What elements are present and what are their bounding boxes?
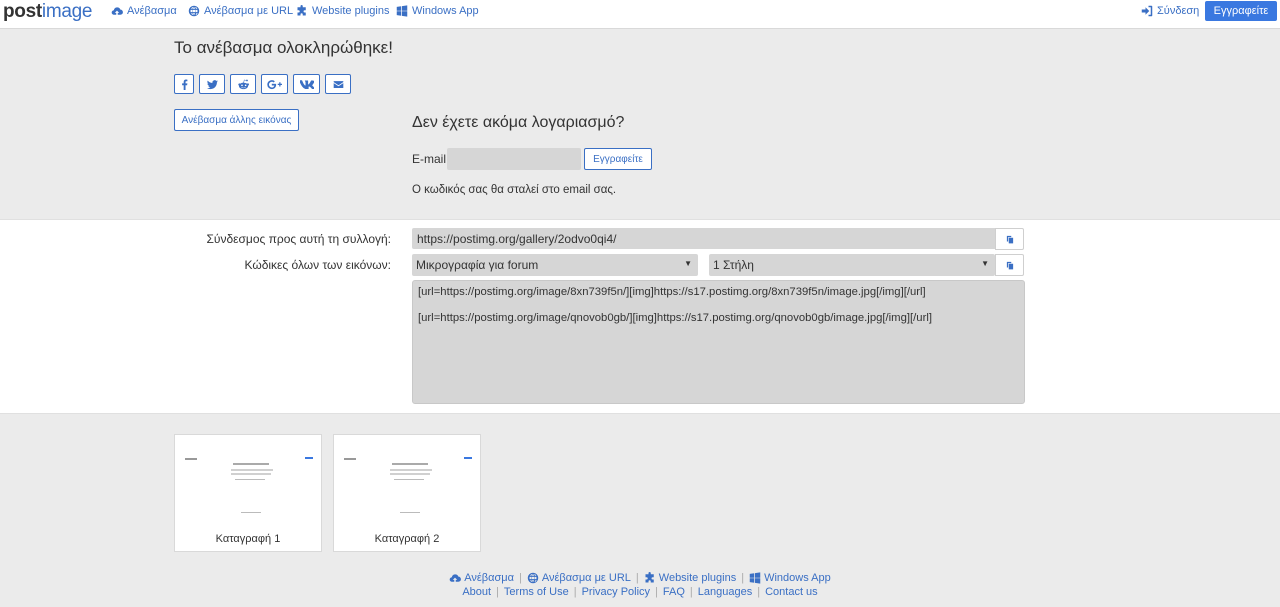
no-account-title: Δεν έχετε ακόμα λογαριασμό? [412, 114, 625, 131]
footer-about-link[interactable]: About [462, 586, 491, 598]
password-note: Ο κωδικός σας θα σταλεί στο email σας. [412, 184, 617, 196]
upload-another-image-button[interactable]: Ανέβασμα άλλης εικόνας [174, 109, 299, 131]
puzzle-icon [644, 572, 656, 584]
copy-icon [1005, 234, 1015, 244]
footer-nav: Ανέβασμα | Ανέβασμα με URL | Website plu… [0, 572, 1280, 584]
postimage-logo[interactable]: postimage [3, 1, 92, 23]
twitter-icon [206, 79, 218, 89]
thumbnail-image [183, 455, 313, 519]
vk-icon [299, 79, 314, 89]
thumbnail-image [342, 455, 472, 519]
nav-upload-url-link[interactable]: Ανέβασμα με URL [188, 5, 293, 17]
nav-upload-link[interactable]: Ανέβασμα [111, 5, 177, 17]
login-link[interactable]: Σύνδεση [1141, 5, 1199, 17]
footer-upload-link[interactable]: Ανέβασμα [449, 572, 514, 584]
footer-terms-link[interactable]: Terms of Use [504, 586, 569, 598]
register-button-form[interactable]: Εγγραφείτε [584, 148, 652, 170]
dropdown-arrow-icon: ▼ [684, 259, 692, 268]
email-input[interactable] [447, 148, 581, 170]
copy-gallery-url-button[interactable] [995, 228, 1024, 250]
nav-windows-app-link[interactable]: Windows App [396, 5, 479, 17]
copy-icon [1005, 260, 1015, 270]
share-facebook-button[interactable] [174, 74, 194, 94]
footer-website-plugins-link[interactable]: Website plugins [644, 572, 736, 584]
footer-languages-link[interactable]: Languages [698, 586, 752, 598]
share-email-button[interactable] [325, 74, 351, 94]
windows-icon [749, 572, 761, 584]
email-label: E-mail: [412, 152, 450, 166]
share-buttons [174, 74, 351, 94]
nav-website-plugins-link[interactable]: Website plugins [296, 5, 389, 17]
globe-icon [527, 572, 539, 584]
logo-text-image: image [41, 1, 93, 22]
code-line: [url=https://postimg.org/image/qnovob0gb… [418, 312, 932, 324]
footer-contact-link[interactable]: Contact us [765, 586, 818, 598]
footer-links: About | Terms of Use | Privacy Policy | … [462, 586, 818, 598]
thumbnail-caption: Καταγραφή 1 [215, 533, 281, 545]
gallery-url-field[interactable]: https://postimg.org/gallery/2odvo0qi4/ [412, 228, 995, 249]
footer-windows-app-link[interactable]: Windows App [749, 572, 831, 584]
globe-icon [188, 5, 200, 17]
footer-privacy-link[interactable]: Privacy Policy [582, 586, 650, 598]
footer-upload-url-link[interactable]: Ανέβασμα με URL [527, 572, 631, 584]
reddit-icon [237, 79, 249, 89]
thumbnail-card-2[interactable]: Καταγραφή 2 [333, 434, 481, 552]
code-line: [url=https://postimg.org/image/8xn739f5n… [418, 286, 926, 298]
links-section: Σύνδεσμος προς αυτή τη συλλογή: https://… [0, 219, 1280, 414]
share-reddit-button[interactable] [230, 74, 256, 94]
thumbnail-card-1[interactable]: Καταγραφή 1 [174, 434, 322, 552]
google-plus-icon [267, 79, 282, 89]
all-codes-label: Κώδικες όλων των εικόνων: [244, 258, 391, 272]
logo-text-post: post [3, 1, 42, 22]
thumbnail-caption: Καταγραφή 2 [374, 533, 440, 545]
login-icon [1141, 5, 1153, 17]
image-codes-textarea[interactable]: [url=https://postimg.org/image/8xn739f5n… [412, 280, 1025, 404]
share-twitter-button[interactable] [199, 74, 225, 94]
facebook-icon [181, 79, 187, 90]
footer-faq-link[interactable]: FAQ [663, 586, 685, 598]
gallery-link-label: Σύνδεσμος προς αυτή τη συλλογή: [206, 232, 391, 246]
upload-complete-title: Το ανέβασμα ολοκληρώθηκε! [174, 38, 393, 57]
puzzle-icon [296, 5, 308, 17]
share-vk-button[interactable] [293, 74, 320, 94]
register-button-header[interactable]: Εγγραφείτε [1205, 1, 1277, 21]
email-icon [333, 80, 343, 88]
cloud-upload-icon [449, 572, 461, 584]
top-navbar: postimage Ανέβασμα Ανέβασμα με URL Websi… [0, 0, 1280, 29]
columns-select[interactable]: 1 Στήλη ▼ [709, 254, 995, 276]
code-format-select[interactable]: Μικρογραφία για forum ▼ [412, 254, 698, 276]
copy-codes-button[interactable] [995, 254, 1024, 276]
code-format-value: Μικρογραφία για forum [416, 258, 539, 272]
cloud-upload-icon [111, 5, 123, 17]
columns-value: 1 Στήλη [713, 258, 754, 272]
share-google-plus-button[interactable] [261, 74, 288, 94]
windows-icon [396, 5, 408, 17]
dropdown-arrow-icon: ▼ [981, 259, 989, 268]
